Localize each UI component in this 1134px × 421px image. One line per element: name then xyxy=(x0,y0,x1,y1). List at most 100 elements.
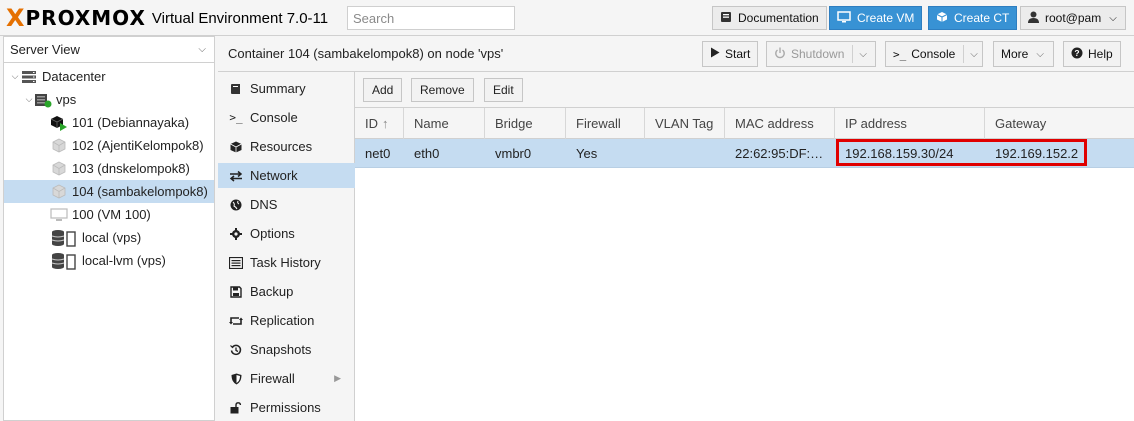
cube-icon xyxy=(936,11,948,26)
submenu-label: Backup xyxy=(250,284,294,299)
shield-icon xyxy=(228,373,244,385)
edit-button[interactable]: Edit xyxy=(484,78,523,102)
create-vm-button[interactable]: Create VM xyxy=(829,6,923,30)
more-button[interactable]: More ⌵ xyxy=(993,41,1054,67)
tree-item-datacenter[interactable]: ⌵ Datacenter xyxy=(4,65,214,88)
chevron-down-icon: ⌵ xyxy=(1036,48,1044,60)
submenu-label: Snapshots xyxy=(250,342,312,357)
search-input[interactable] xyxy=(347,6,515,30)
product-version: Virtual Environment 7.0-11 xyxy=(151,9,329,27)
submenu-item-summary[interactable]: Summary xyxy=(218,76,355,101)
submenu-item-options[interactable]: Options xyxy=(218,221,355,246)
tree-item-label: local-lvm (vps) xyxy=(82,253,166,268)
column-header-vlan-tag[interactable]: VLAN Tag xyxy=(645,108,725,139)
book-icon xyxy=(228,83,244,95)
submenu-item-replication[interactable]: Replication xyxy=(218,308,355,333)
tree-item-ct-103[interactable]: 103 (dnskelompok8) xyxy=(4,157,214,180)
submenu-item-dns[interactable]: DNS xyxy=(218,192,355,217)
tree-item-label: Datacenter xyxy=(42,69,106,84)
create-ct-button[interactable]: Create CT xyxy=(928,6,1018,30)
book-icon xyxy=(720,11,732,26)
shutdown-label: Shutdown xyxy=(791,47,845,61)
more-label: More xyxy=(1001,47,1029,61)
submenu-item-resources[interactable]: Resources xyxy=(218,134,355,159)
documentation-label: Documentation xyxy=(738,11,819,25)
column-label: IP address xyxy=(845,116,907,131)
submenu-item-snapshots[interactable]: Snapshots xyxy=(218,337,355,362)
tree-item-storage-local[interactable]: local (vps) xyxy=(4,226,214,249)
container-icon xyxy=(50,184,68,200)
grid-toolbar: Add Remove Edit xyxy=(355,72,1134,108)
container-running-icon xyxy=(50,115,68,131)
expand-arrow-icon[interactable]: ▶ xyxy=(334,373,341,384)
content-header: Container 104 (sambakelompok8) on node '… xyxy=(218,36,1134,72)
column-header-id[interactable]: ID ↑ xyxy=(355,108,404,139)
tree-item-label: vps xyxy=(56,92,77,107)
start-button[interactable]: Start xyxy=(702,41,759,67)
gear-icon xyxy=(228,227,244,240)
tree-item-ct-102[interactable]: 102 (AjentiKelompok8) xyxy=(4,134,214,157)
help-button[interactable]: ? Help xyxy=(1063,41,1121,67)
cell-id: net0 xyxy=(365,146,391,161)
config-submenu: Summary >_ Console Resources Network DNS… xyxy=(218,72,355,421)
submenu-label: Replication xyxy=(250,313,315,328)
cell-ip-address: 192.168.159.30/24 xyxy=(845,146,954,161)
logo-x-mark: X xyxy=(6,4,25,32)
remove-button[interactable]: Remove xyxy=(411,78,474,102)
column-header-ip-address[interactable]: IP address xyxy=(835,108,985,139)
column-header-gateway[interactable]: Gateway xyxy=(985,108,1134,139)
user-icon xyxy=(1028,11,1039,26)
storage-icon xyxy=(50,229,78,247)
desktop-icon xyxy=(837,10,851,26)
submenu-item-firewall[interactable]: Firewall ▶ xyxy=(218,366,355,391)
column-label: VLAN Tag xyxy=(655,116,714,131)
split-separator xyxy=(852,45,854,63)
console-button[interactable]: >_ Console ⌵ xyxy=(885,41,983,67)
submenu-label: Network xyxy=(250,168,298,183)
submenu-item-backup[interactable]: Backup xyxy=(218,279,355,304)
tree-item-ct-104[interactable]: 104 (sambakelompok8) xyxy=(4,180,214,203)
tree-item-label: 103 (dnskelompok8) xyxy=(72,161,190,176)
column-label: Name xyxy=(414,116,449,131)
column-label: Firewall xyxy=(576,116,621,131)
column-header-name[interactable]: Name xyxy=(404,108,485,139)
cell-mac-address: 22:62:95:DF:… xyxy=(735,146,824,161)
shutdown-button[interactable]: Shutdown ⌵ xyxy=(766,41,876,67)
view-selector-value: Server View xyxy=(10,42,80,57)
add-button[interactable]: Add xyxy=(363,78,403,102)
chevron-down-icon: ⌵ xyxy=(198,44,206,55)
submenu-item-network[interactable]: Network xyxy=(218,163,355,188)
proxmox-logo[interactable]: X PROXMOX Virtual Environment 7.0-11 xyxy=(6,6,328,30)
collapse-toggle-icon[interactable]: ⌵ xyxy=(10,71,20,82)
tree-item-label: 104 (sambakelompok8) xyxy=(72,184,208,199)
tree-item-node-vps[interactable]: ⌵ vps xyxy=(4,88,214,111)
chevron-down-icon: ⌵ xyxy=(1109,12,1117,24)
collapse-toggle-icon[interactable]: ⌵ xyxy=(24,94,34,105)
console-label: Console xyxy=(911,47,956,61)
terminal-icon: >_ xyxy=(229,111,243,124)
tree-item-label: local (vps) xyxy=(82,230,142,245)
column-header-firewall[interactable]: Firewall xyxy=(566,108,645,139)
submenu-item-permissions[interactable]: Permissions xyxy=(218,395,355,420)
tree-item-storage-local-lvm[interactable]: local-lvm (vps) xyxy=(4,249,214,272)
submenu-item-task-history[interactable]: Task History xyxy=(218,250,355,275)
tree-item-vm-100[interactable]: 100 (VM 100) xyxy=(4,203,214,226)
documentation-button[interactable]: Documentation xyxy=(712,6,827,30)
submenu-label: Console xyxy=(250,110,298,125)
datacenter-icon xyxy=(20,69,38,85)
cell-name: eth0 xyxy=(414,146,440,161)
view-selector[interactable]: Server View ⌵ xyxy=(4,37,214,63)
submenu-label: Permissions xyxy=(250,400,321,415)
submenu-label: Firewall xyxy=(250,371,295,386)
tree-item-ct-101[interactable]: 101 (Debiannayaka) xyxy=(4,111,214,134)
table-row[interactable]: net0 eth0 vmbr0 Yes 22:62:95:DF:… 192.16… xyxy=(355,139,1134,168)
user-menu-button[interactable]: root@pam ⌵ xyxy=(1020,6,1126,30)
exchange-icon xyxy=(228,170,244,182)
list-icon xyxy=(228,256,244,269)
submenu-item-console[interactable]: >_ Console xyxy=(218,105,355,130)
column-header-bridge[interactable]: Bridge xyxy=(485,108,566,139)
column-header-mac-address[interactable]: MAC address xyxy=(725,108,835,139)
logo-wordmark: PROXMOX xyxy=(25,6,146,30)
vm-icon xyxy=(50,207,68,223)
node-icon xyxy=(34,92,52,108)
